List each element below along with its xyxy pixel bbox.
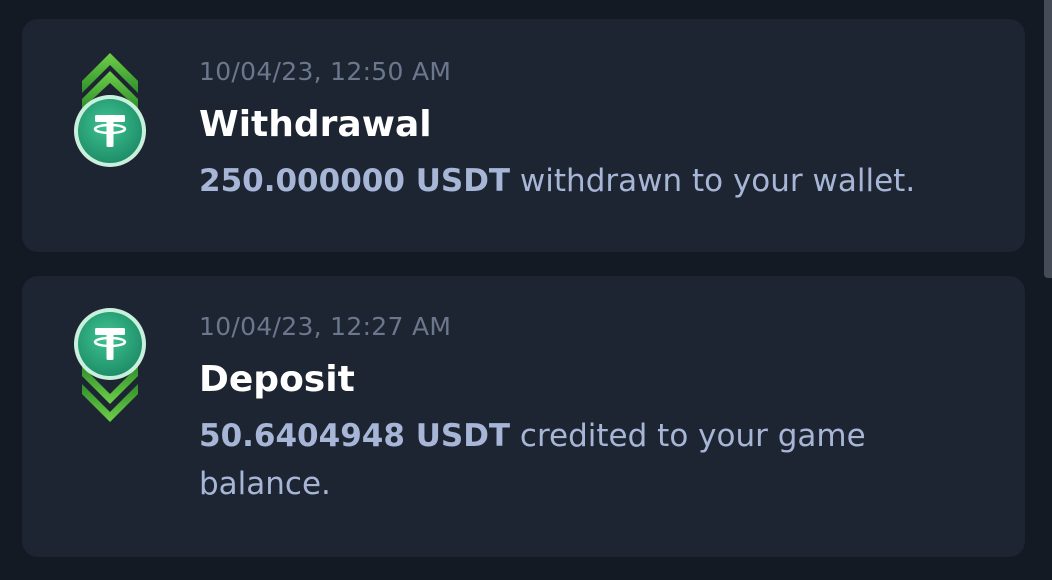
transaction-timestamp: 10/04/23, 12:50 AM: [199, 57, 452, 86]
transaction-message-text: withdrawn to your wallet.: [510, 163, 916, 199]
notifications-list: 10/04/23, 12:50 AM Withdrawal 250.000000…: [0, 0, 1052, 580]
tether-deposit-icon: [70, 306, 150, 424]
transaction-message: 250.000000 USDT withdrawn to your wallet…: [199, 157, 985, 205]
transaction-card-withdrawal[interactable]: 10/04/23, 12:50 AM Withdrawal 250.000000…: [22, 19, 1025, 252]
transaction-title: Deposit: [199, 359, 355, 400]
transaction-message: 50.6404948 USDT credited to your game ba…: [199, 412, 985, 508]
transaction-amount: 250.000000 USDT: [199, 163, 511, 199]
transaction-card-deposit[interactable]: 10/04/23, 12:27 AM Deposit 50.6404948 US…: [22, 276, 1025, 557]
scrollbar-thumb[interactable]: [1044, 0, 1052, 278]
tether-withdraw-icon: [70, 51, 150, 169]
transaction-title: Withdrawal: [199, 104, 432, 145]
transaction-amount: 50.6404948 USDT: [199, 418, 511, 454]
transaction-timestamp: 10/04/23, 12:27 AM: [199, 312, 452, 341]
